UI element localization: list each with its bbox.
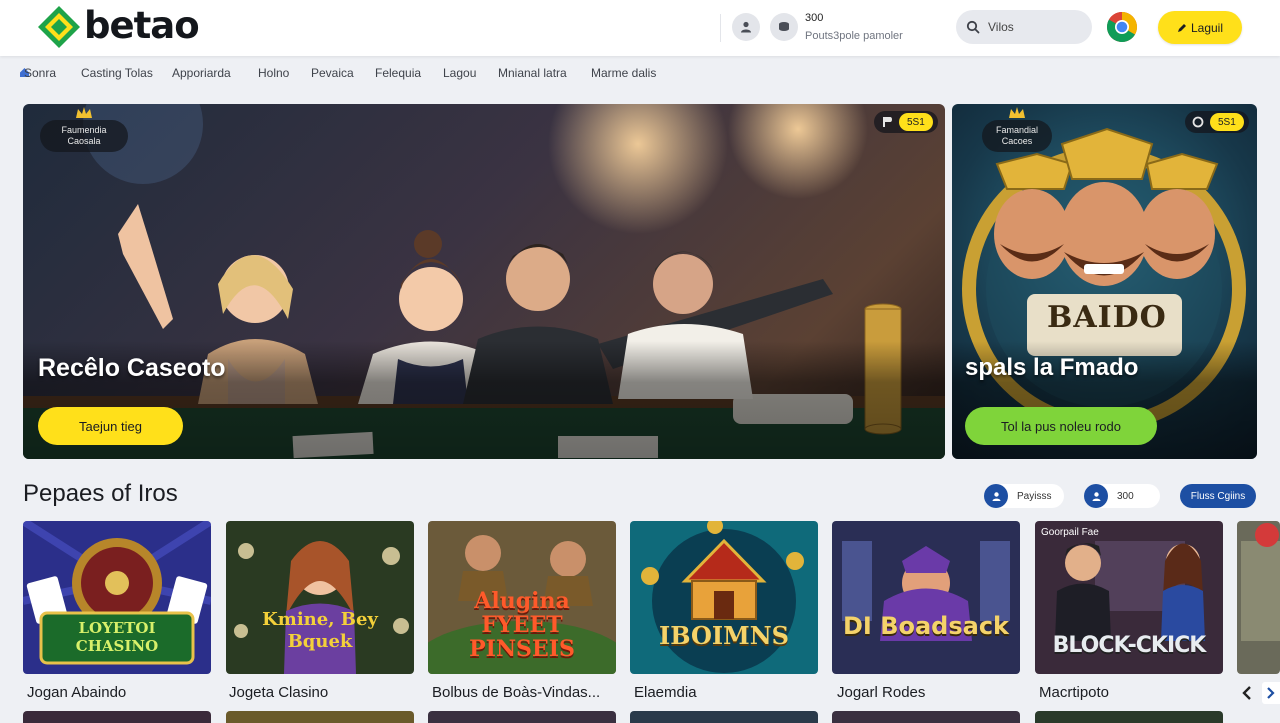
- provider-badge-label: Faumendia Caosala: [61, 125, 107, 146]
- balance-subtitle: Pouts3pole pamoler: [805, 30, 903, 42]
- nav-item-apporiarda[interactable]: Apporiarda: [172, 66, 231, 80]
- user-icon[interactable]: [732, 13, 760, 41]
- game-card[interactable]: [23, 711, 211, 723]
- brand-name: betao: [84, 3, 200, 47]
- chevron-left-icon: [1242, 686, 1251, 700]
- coin-icon[interactable]: [770, 13, 798, 41]
- count-filter-label: 300: [1117, 490, 1134, 502]
- section-title: Pepaes of Iros: [23, 480, 178, 507]
- game-title[interactable]: Bolbus de Boàs-Vindas...: [432, 684, 600, 701]
- provider-badge[interactable]: Faumendia Caosala: [40, 107, 128, 152]
- nav-item-felequia[interactable]: Felequia: [375, 66, 421, 80]
- header-divider: [720, 14, 721, 42]
- game-art-text: BLOCK-CKICK: [1052, 633, 1207, 658]
- game-title[interactable]: Jogan Abaindo: [27, 684, 126, 701]
- players-filter-label: Payisss: [1017, 490, 1052, 502]
- game-art-text: Alugina FYEET PINSEIS: [469, 588, 575, 662]
- game-art-text: DI Boadsack: [842, 612, 1010, 640]
- game-title[interactable]: Jogeta Clasino: [229, 684, 328, 701]
- category-nav: Sonra Casting Tolas Apporiarda Holno Pev…: [0, 58, 1280, 88]
- hero-banner-side[interactable]: BAIDO Famandial Cacoes 5S1 spals la Fmad…: [952, 104, 1257, 459]
- game-thumbnail: [832, 521, 1020, 674]
- game-art-text: LOYETOI CHASINO: [75, 619, 159, 655]
- view-all-button[interactable]: Fluss Cgiins: [1180, 484, 1256, 508]
- search-icon: [966, 20, 980, 34]
- chevron-right-icon: [1267, 687, 1275, 699]
- game-card[interactable]: [832, 711, 1020, 723]
- carousel-next-button[interactable]: [1262, 682, 1280, 704]
- counter-pill[interactable]: 5S1: [874, 111, 938, 133]
- game-card[interactable]: Alugina FYEET PINSEIS: [428, 521, 616, 674]
- hero-cta-button[interactable]: Taejun tieg: [38, 407, 183, 445]
- hero-title: Recêlo Caseoto: [38, 354, 226, 382]
- carousel-prev-button[interactable]: [1238, 680, 1256, 706]
- game-tag: Goorpail Fae: [1041, 527, 1099, 538]
- provider-badge-side-label: Famandial Cacoes: [995, 125, 1039, 146]
- game-card[interactable]: DI Boadsack: [832, 521, 1020, 674]
- game-card[interactable]: Goorpail Fae BLOCK-CKICK: [1035, 521, 1223, 674]
- game-card[interactable]: [1035, 711, 1223, 723]
- search-box[interactable]: [956, 10, 1092, 44]
- counter-value: 5S1: [899, 113, 933, 131]
- game-card[interactable]: IBOIMNS: [630, 521, 818, 674]
- count-filter[interactable]: 300: [1084, 484, 1160, 508]
- side-title: spals la Fmado: [965, 354, 1139, 381]
- chip-icon: [877, 112, 897, 132]
- nav-item-marme-dalis[interactable]: Marme dalis: [591, 66, 656, 80]
- game-art-text: Kmine, Bey Bquek: [262, 609, 378, 652]
- login-button[interactable]: Laguil: [1158, 11, 1242, 44]
- game-title[interactable]: Elaemdia: [634, 684, 697, 701]
- game-title[interactable]: Macrtipoto: [1039, 684, 1109, 701]
- game-card[interactable]: LOYETOI CHASINO: [23, 521, 211, 674]
- site-header: betao 300 Pouts3pole pamoler Laguil: [0, 0, 1280, 56]
- nav-item-sonra[interactable]: Sonra: [24, 66, 56, 80]
- game-card-partial[interactable]: [1237, 521, 1280, 674]
- game-card[interactable]: [630, 711, 818, 723]
- game-thumbnail: [1237, 521, 1280, 674]
- chrome-icon[interactable]: [1106, 11, 1138, 43]
- logo-diamond-icon: [38, 6, 80, 48]
- brand-logo[interactable]: betao: [36, 3, 200, 50]
- game-thumbnail: [630, 521, 818, 674]
- nav-item-holno[interactable]: Holno: [258, 66, 289, 80]
- chip-icon: [1188, 112, 1208, 132]
- hero-banner-main[interactable]: Faumendia Caosala 5S1 Recêlo Caseoto Tae…: [23, 104, 945, 459]
- side-cta-button[interactable]: Tol la pus noleu rodo: [965, 407, 1157, 445]
- game-title[interactable]: Jogarl Rodes: [837, 684, 925, 701]
- nav-item-pevaica[interactable]: Pevaica: [311, 66, 354, 80]
- side-art-text: BAIDO: [1047, 300, 1167, 335]
- game-card[interactable]: [226, 711, 414, 723]
- counter-value-side: 5S1: [1210, 113, 1244, 131]
- user-icon: [984, 484, 1008, 508]
- login-label: Laguil: [1190, 20, 1224, 35]
- user-icon: [1084, 484, 1108, 508]
- nav-item-mnianal-latra[interactable]: Mnianal latra: [498, 66, 567, 80]
- crown-icon: [1009, 107, 1025, 118]
- players-filter[interactable]: Payisss: [984, 484, 1064, 508]
- game-art-text: IBOIMNS: [659, 621, 789, 650]
- game-card[interactable]: Kmine, Bey Bquek: [226, 521, 414, 674]
- nav-item-casting-tolas[interactable]: Casting Tolas: [81, 66, 153, 80]
- balance-value: 300: [805, 12, 824, 24]
- provider-badge-side[interactable]: Famandial Cacoes: [982, 107, 1052, 152]
- search-input[interactable]: [986, 19, 1080, 35]
- nav-item-lagou[interactable]: Lagou: [443, 66, 476, 80]
- pencil-icon: [1177, 23, 1186, 32]
- game-card[interactable]: [428, 711, 616, 723]
- crown-icon: [76, 107, 92, 118]
- counter-pill-side[interactable]: 5S1: [1185, 111, 1249, 133]
